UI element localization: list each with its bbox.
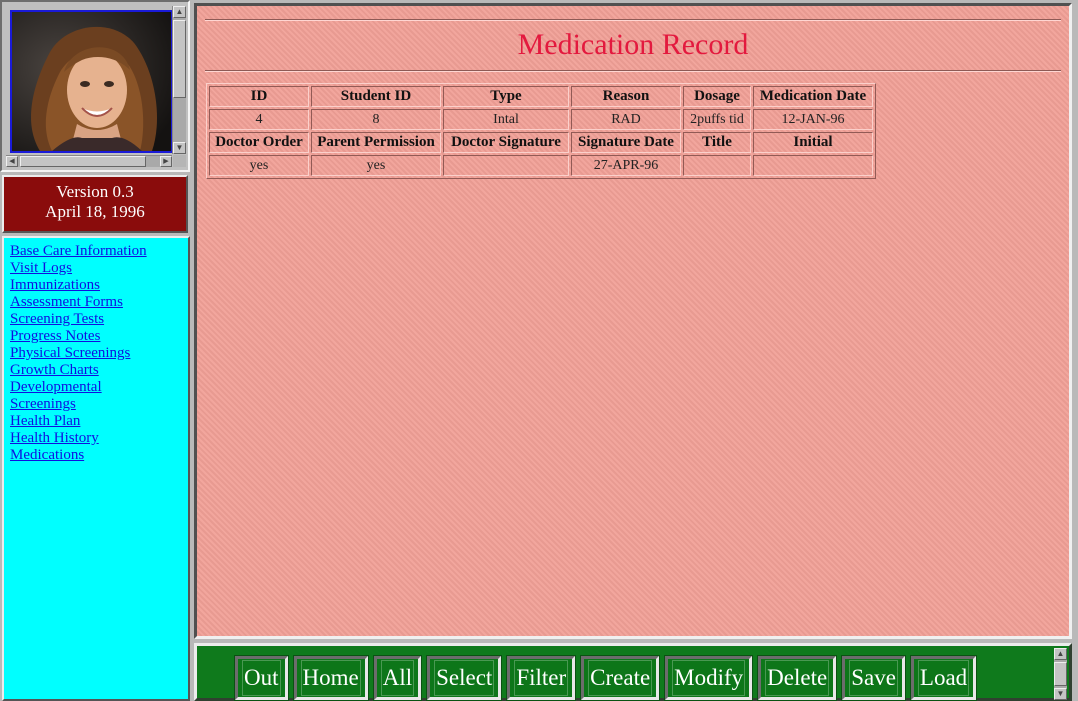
button-label: Create bbox=[588, 660, 653, 696]
table-cell: RAD bbox=[571, 109, 681, 130]
nav-link-visit-logs[interactable]: Visit Logs bbox=[10, 260, 180, 277]
column-header: ID bbox=[209, 86, 309, 107]
photo-vertical-scrollbar[interactable]: ▲ ▼ bbox=[172, 6, 186, 154]
table-cell: Intal bbox=[443, 109, 569, 130]
nav-link-screening-tests[interactable]: Screening Tests bbox=[10, 311, 180, 328]
page-title: Medication Record bbox=[517, 28, 749, 61]
table-header-row: ID Student ID Type Reason Dosage Medicat… bbox=[209, 86, 873, 107]
button-label: Save bbox=[849, 660, 898, 696]
table-row: yes yes 27-APR-96 bbox=[209, 155, 873, 176]
nav-link-base-care-information[interactable]: Base Care Information bbox=[10, 243, 180, 260]
select-button[interactable]: Select bbox=[426, 655, 503, 701]
photo-frame: ▲ ▼ ◀ ▶ bbox=[0, 0, 190, 172]
all-button[interactable]: All bbox=[372, 655, 423, 701]
navigation-panel: Base Care Information Visit Logs Immuniz… bbox=[2, 236, 190, 701]
toolbar-buttons: Out Home All Select Filter Create Modify… bbox=[234, 655, 978, 701]
out-button[interactable]: Out bbox=[234, 655, 289, 701]
nav-link-immunizations[interactable]: Immunizations bbox=[10, 277, 180, 294]
main-content-panel: Medication Record ID Student ID Type Rea… bbox=[194, 3, 1072, 639]
table-cell: 8 bbox=[311, 109, 441, 130]
table-row: 4 8 Intal RAD 2puffs tid 12-JAN-96 bbox=[209, 109, 873, 130]
nav-link-progress-notes[interactable]: Progress Notes bbox=[10, 328, 180, 345]
nav-link-health-history[interactable]: Health History bbox=[10, 430, 180, 447]
table-cell: yes bbox=[209, 155, 309, 176]
column-header: Dosage bbox=[683, 86, 751, 107]
column-header: Signature Date bbox=[571, 132, 681, 153]
table-cell bbox=[753, 155, 873, 176]
scroll-thumb[interactable] bbox=[1054, 662, 1067, 686]
medication-record-table: ID Student ID Type Reason Dosage Medicat… bbox=[206, 83, 876, 179]
version-panel: Version 0.3 April 18, 1996 bbox=[2, 175, 188, 233]
column-header: Parent Permission bbox=[311, 132, 441, 153]
scroll-down-arrow-icon[interactable]: ▼ bbox=[1054, 688, 1067, 700]
student-photo-image bbox=[12, 12, 171, 151]
button-label: Out bbox=[242, 660, 281, 696]
table-cell: yes bbox=[311, 155, 441, 176]
nav-link-developmental-screenings[interactable]: Developmental Screenings bbox=[10, 379, 120, 413]
photo-horizontal-scrollbar[interactable]: ◀ ▶ bbox=[6, 155, 172, 167]
column-header: Reason bbox=[571, 86, 681, 107]
scroll-up-arrow-icon[interactable]: ▲ bbox=[1054, 648, 1067, 660]
button-label: Load bbox=[917, 660, 970, 696]
table-cell: 2puffs tid bbox=[683, 109, 751, 130]
top-divider bbox=[205, 19, 1061, 21]
button-label: All bbox=[380, 660, 415, 696]
button-label: Filter bbox=[514, 660, 569, 696]
home-button[interactable]: Home bbox=[292, 655, 369, 701]
scrollbar-corner bbox=[173, 155, 186, 167]
nav-link-medications[interactable]: Medications bbox=[10, 447, 180, 464]
column-header: Medication Date bbox=[753, 86, 873, 107]
button-label: Select bbox=[434, 660, 495, 696]
scroll-thumb[interactable] bbox=[173, 20, 186, 98]
scroll-left-arrow-icon[interactable]: ◀ bbox=[6, 156, 18, 167]
toolbar-vertical-scrollbar[interactable]: ▲ ▼ bbox=[1054, 648, 1067, 700]
scroll-up-arrow-icon[interactable]: ▲ bbox=[173, 6, 186, 18]
column-header: Initial bbox=[753, 132, 873, 153]
table-cell: 4 bbox=[209, 109, 309, 130]
delete-button[interactable]: Delete bbox=[757, 655, 838, 701]
version-number: Version 0.3 bbox=[56, 182, 134, 201]
filter-button[interactable]: Filter bbox=[506, 655, 577, 701]
column-header: Type bbox=[443, 86, 569, 107]
create-button[interactable]: Create bbox=[580, 655, 661, 701]
column-header: Title bbox=[683, 132, 751, 153]
table-cell bbox=[683, 155, 751, 176]
nav-link-health-plan[interactable]: Health Plan bbox=[10, 413, 180, 430]
version-date: April 18, 1996 bbox=[45, 202, 145, 221]
table-cell bbox=[443, 155, 569, 176]
button-label: Modify bbox=[672, 660, 746, 696]
toolbar-panel: Out Home All Select Filter Create Modify… bbox=[194, 643, 1072, 701]
title-divider bbox=[205, 70, 1061, 72]
column-header: Doctor Order bbox=[209, 132, 309, 153]
column-header: Student ID bbox=[311, 86, 441, 107]
student-photo bbox=[10, 10, 173, 153]
column-header: Doctor Signature bbox=[443, 132, 569, 153]
scroll-right-arrow-icon[interactable]: ▶ bbox=[160, 156, 172, 167]
scroll-down-arrow-icon[interactable]: ▼ bbox=[173, 142, 186, 154]
nav-link-growth-charts[interactable]: Growth Charts bbox=[10, 362, 180, 379]
load-button[interactable]: Load bbox=[909, 655, 978, 701]
table-header-row: Doctor Order Parent Permission Doctor Si… bbox=[209, 132, 873, 153]
table-cell: 12-JAN-96 bbox=[753, 109, 873, 130]
save-button[interactable]: Save bbox=[841, 655, 906, 701]
button-label: Home bbox=[300, 660, 361, 696]
scroll-thumb[interactable] bbox=[20, 156, 146, 167]
table-cell: 27-APR-96 bbox=[571, 155, 681, 176]
nav-link-physical-screenings[interactable]: Physical Screenings bbox=[10, 345, 180, 362]
nav-link-assessment-forms[interactable]: Assessment Forms bbox=[10, 294, 180, 311]
modify-button[interactable]: Modify bbox=[664, 655, 754, 701]
button-label: Delete bbox=[765, 660, 830, 696]
